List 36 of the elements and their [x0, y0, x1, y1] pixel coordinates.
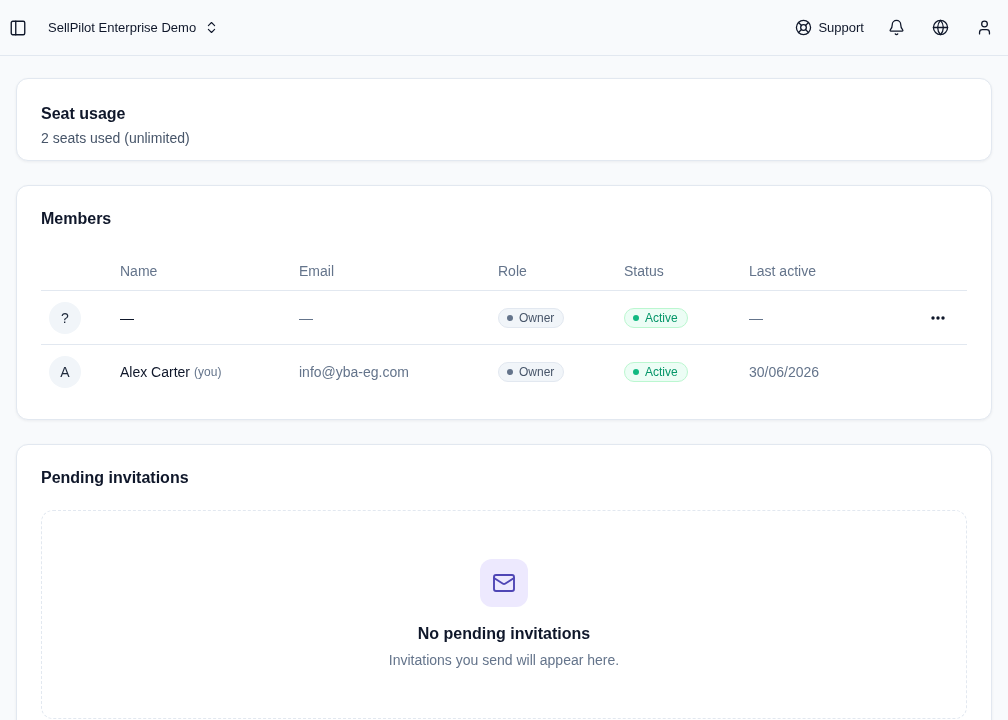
bell-icon — [887, 19, 905, 36]
status-label: Active — [645, 365, 678, 379]
member-email: — — [299, 309, 313, 326]
card-title: Members — [41, 209, 113, 229]
member-email: info@yba-eg.com — [299, 364, 409, 380]
seat-usage-summary: 2 seats used (unlimited) — [41, 129, 191, 148]
card-title: Seat usage — [41, 104, 127, 124]
dot-icon — [507, 314, 513, 321]
status-label: Active — [645, 310, 678, 325]
dot-icon — [633, 314, 639, 321]
last-active: — — [749, 309, 763, 326]
sidebar-toggle-icon — [9, 18, 27, 37]
column-header: Email — [299, 262, 334, 279]
ellipsis-icon — [931, 315, 945, 320]
member-name: Alex Carter — [120, 364, 191, 380]
role-label: Owner — [519, 365, 555, 379]
card-title: Pending invitations — [41, 468, 190, 488]
empty-state-title: No pending invitations — [417, 624, 591, 644]
globe-icon — [931, 19, 949, 36]
empty-state-text: Invitations you send will appear here. — [388, 651, 620, 670]
member-avatar: ? — [49, 301, 81, 334]
mail-icon — [480, 559, 528, 607]
member-name: — — [120, 309, 134, 326]
dot-icon — [507, 369, 513, 375]
support-button[interactable]: Support — [791, 13, 868, 42]
role-label: Owner — [519, 310, 555, 325]
column-header: Status — [624, 262, 664, 279]
you-tag: (you) — [194, 365, 222, 379]
member-avatar: A — [49, 356, 81, 388]
dot-icon — [633, 369, 639, 375]
lifebuoy-icon — [795, 19, 813, 36]
last-active: 30/06/2026 — [749, 364, 820, 380]
workspace-switcher[interactable]: SellPilot Enterprise Demo — [48, 16, 220, 39]
column-header: Role — [498, 262, 527, 279]
column-header: Name — [120, 262, 158, 279]
column-header: Last active — [749, 262, 816, 279]
